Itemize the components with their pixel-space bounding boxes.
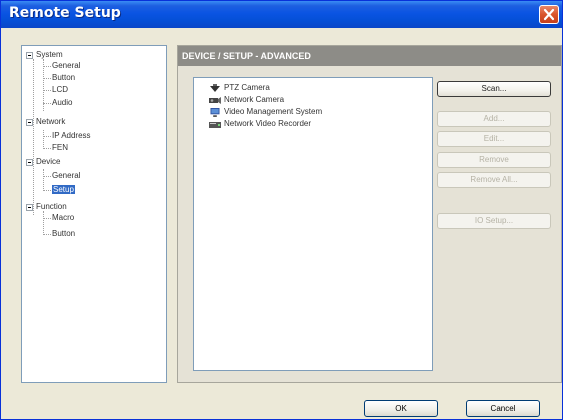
tree-connector (43, 176, 51, 177)
tree-item-label: LCD (52, 85, 69, 94)
tree-item-function-button[interactable]: Button (52, 228, 75, 240)
collapse-icon[interactable] (26, 204, 33, 211)
remove-button[interactable]: Remove (437, 152, 551, 168)
tree-connector (33, 59, 34, 215)
tree-connector (43, 130, 44, 149)
settings-tree[interactable]: System General Button LCD Audio Network … (21, 45, 167, 383)
scan-button[interactable]: Scan... (437, 81, 551, 97)
title-bar[interactable]: Remote Setup (1, 1, 562, 28)
tree-item-label: General (52, 61, 81, 70)
tree-item-label: Audio (52, 98, 73, 107)
tree-connector (43, 211, 44, 235)
device-setup-panel: DEVICE / SETUP - ADVANCED PTZ Camera Net… (177, 45, 562, 383)
tree-item-label: Setup (52, 185, 75, 194)
tree-item-button[interactable]: Button (52, 72, 75, 84)
edit-button[interactable]: Edit... (437, 131, 551, 147)
network-camera-icon (209, 97, 221, 104)
tree-item-lcd[interactable]: LCD (52, 84, 68, 96)
ptz-camera-icon (210, 84, 220, 92)
tree-item-label: Function (36, 202, 67, 211)
tree-item-audio[interactable]: Audio (52, 97, 72, 109)
tree-item-device[interactable]: Device (36, 156, 60, 168)
tree-item-label: Button (52, 229, 76, 238)
device-label: Video Management System (224, 107, 323, 116)
tree-item-label: Device (36, 157, 61, 166)
tree-item-ip-address[interactable]: IP Address (52, 130, 91, 142)
tree-item-label: System (36, 50, 63, 59)
tree-item-macro[interactable]: Macro (52, 212, 74, 224)
ok-button[interactable]: OK (364, 400, 438, 417)
remote-setup-window: Remote Setup System General Button LCD A… (0, 0, 563, 420)
tree-connector (43, 78, 51, 79)
add-button[interactable]: Add... (437, 111, 551, 127)
tree-connector (43, 169, 44, 191)
cancel-button[interactable]: Cancel (466, 400, 540, 417)
tree-item-label: Button (52, 73, 76, 82)
tree-item-fen[interactable]: FEN (52, 142, 68, 154)
tree-item-label: Macro (52, 213, 75, 222)
collapse-icon[interactable] (26, 159, 33, 166)
tree-connector (43, 66, 51, 67)
tree-item-label: General (52, 171, 81, 180)
close-icon (543, 8, 555, 21)
collapse-icon[interactable] (26, 119, 33, 126)
tree-item-label: IP Address (52, 131, 91, 140)
tree-connector (43, 148, 51, 149)
remove-all-button[interactable]: Remove All... (437, 172, 551, 188)
window-title: Remote Setup (9, 5, 121, 21)
device-label: PTZ Camera (224, 83, 270, 92)
tree-connector (43, 218, 51, 219)
tree-item-label: FEN (52, 143, 68, 152)
device-label: Network Video Recorder (224, 119, 312, 128)
tree-item-setup[interactable]: Setup (52, 184, 75, 196)
tree-connector (43, 234, 51, 235)
collapse-icon[interactable] (26, 52, 33, 59)
close-button[interactable] (539, 5, 559, 24)
tree-item-network[interactable]: Network (36, 116, 65, 128)
tree-connector (43, 103, 51, 104)
panel-header: DEVICE / SETUP - ADVANCED (178, 46, 561, 66)
recorder-icon (209, 122, 221, 128)
tree-connector (43, 190, 51, 191)
tree-connector (43, 136, 51, 137)
tree-item-label: Network (36, 117, 66, 126)
tree-item-general[interactable]: General (52, 60, 80, 72)
device-label: Network Camera (224, 95, 285, 104)
monitor-icon (210, 108, 220, 117)
device-list[interactable]: PTZ Camera Network Camera Video Manageme… (193, 77, 433, 371)
tree-item-device-general[interactable]: General (52, 170, 80, 182)
tree-connector (43, 90, 51, 91)
io-setup-button[interactable]: IO Setup... (437, 213, 551, 229)
